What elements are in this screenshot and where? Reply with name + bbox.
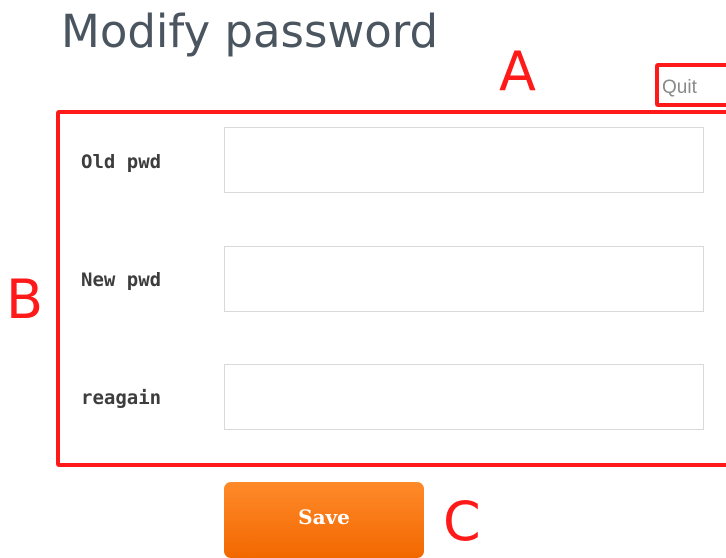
page-title: Modify password [61,5,439,58]
annotation-label-b: B [6,268,44,331]
new-password-input[interactable] [224,246,704,312]
annotation-label-a: A [499,40,536,103]
old-password-label: Old pwd [81,151,162,173]
confirm-password-label: reagain [81,387,162,409]
new-password-label: New pwd [81,269,162,291]
confirm-password-input[interactable] [224,364,704,430]
annotation-box-a [655,63,726,107]
save-button[interactable]: Save [224,482,424,558]
old-password-input[interactable] [224,127,704,193]
annotation-label-c: C [443,490,481,553]
